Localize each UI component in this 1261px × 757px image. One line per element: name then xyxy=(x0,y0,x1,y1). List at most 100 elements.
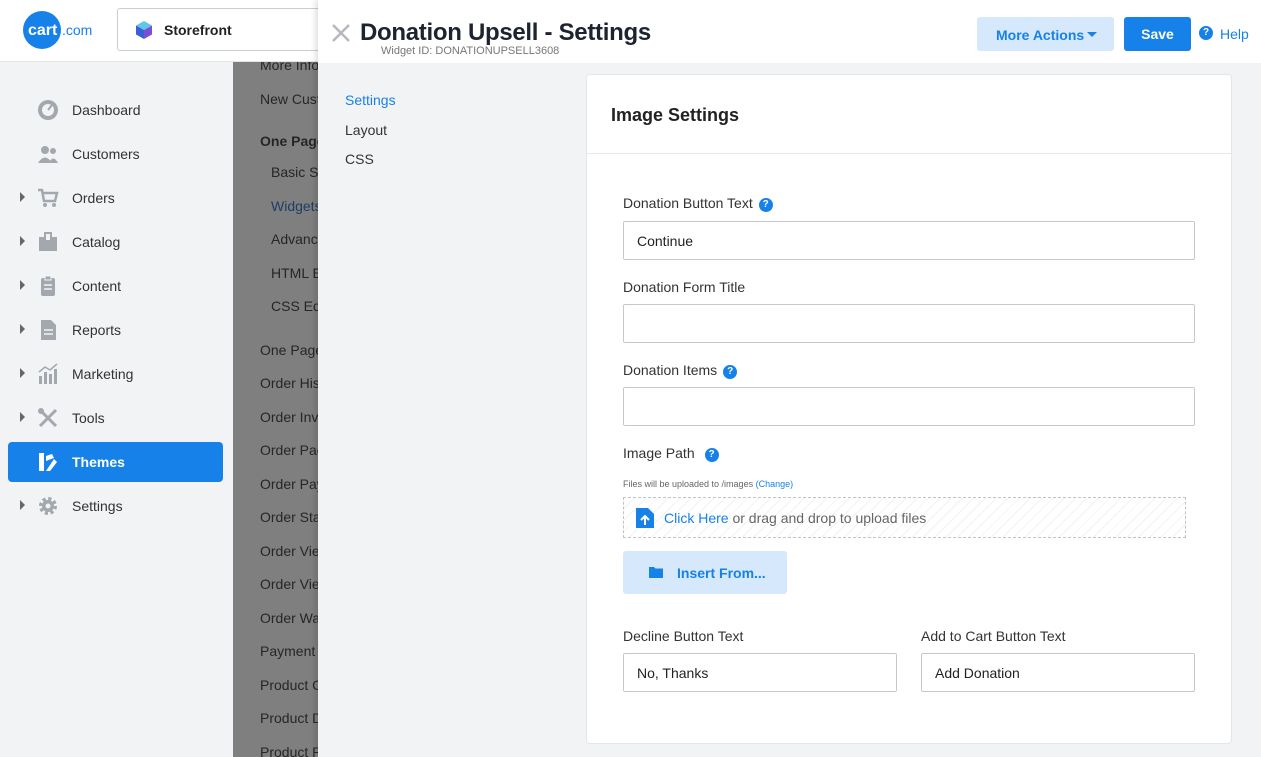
sidebar-item-customers[interactable]: Customers xyxy=(8,134,223,174)
subnav-item[interactable]: Order Inv xyxy=(260,409,318,425)
help-icon[interactable]: ? xyxy=(758,198,773,212)
tab-css[interactable]: CSS xyxy=(345,151,374,167)
label-text: Image Path xyxy=(623,445,695,461)
expand-caret-icon[interactable] xyxy=(20,192,25,202)
upload-note-text: Files will be uploaded to /images xyxy=(623,479,754,489)
divider xyxy=(587,153,1233,154)
chart-icon xyxy=(38,363,58,384)
sidebar-item-content[interactable]: Content xyxy=(8,266,223,306)
sidebar-item-label: Settings xyxy=(72,498,123,514)
expand-caret-icon[interactable] xyxy=(20,236,25,246)
sidebar-item-label: Themes xyxy=(72,454,125,470)
add-to-cart-button-text-label: Add to Cart Button Text xyxy=(921,628,1066,644)
subnav-item[interactable]: Order Pay xyxy=(260,476,319,492)
sidebar-item-marketing[interactable]: Marketing xyxy=(8,354,223,394)
subnav-item[interactable]: CSS Edi xyxy=(271,298,319,314)
donation-items-label: Donation Items? xyxy=(623,362,738,379)
donation-button-text-label: Donation Button Text? xyxy=(623,195,773,212)
subnav-item[interactable]: Order Sta xyxy=(260,509,319,525)
help-icon[interactable]: ? xyxy=(723,365,738,379)
add-to-cart-button-text-field[interactable] xyxy=(921,653,1195,692)
report-icon xyxy=(41,320,56,340)
card-title: Image Settings xyxy=(611,105,740,125)
sidebar-item-label: Orders xyxy=(72,190,115,206)
image-settings-card: Image Settings Donation Button Text? Don… xyxy=(586,74,1233,744)
tab-settings[interactable]: Settings xyxy=(345,92,396,108)
subnav-heading: One Page xyxy=(260,133,319,149)
change-link[interactable]: (Change) xyxy=(756,479,794,489)
more-actions-label: More Actions xyxy=(996,27,1085,43)
page-title: Donation Upsell - Settings xyxy=(360,19,651,46)
subnav-item[interactable]: Product C xyxy=(260,677,319,693)
sidebar-item-label: Marketing xyxy=(72,366,134,382)
gear-icon xyxy=(39,497,57,515)
sidebar: Dashboard Customers Orders Catalog Conte… xyxy=(0,62,233,757)
donation-form-title-field[interactable] xyxy=(623,304,1195,343)
subnav-item[interactable]: Product R xyxy=(260,744,319,757)
expand-caret-icon[interactable] xyxy=(20,280,25,290)
decline-button-text-field[interactable] xyxy=(623,653,897,692)
close-icon[interactable] xyxy=(330,22,352,44)
modal-header: Donation Upsell - Settings Widget ID: DO… xyxy=(318,0,1261,63)
themes-icon xyxy=(39,453,57,471)
subnav-item[interactable]: Order Vie xyxy=(260,543,319,559)
subnav-item[interactable]: New Cust xyxy=(260,91,319,107)
subnav-item[interactable]: Advanc xyxy=(271,231,318,247)
drop-hint: or drag and drop to upload files xyxy=(732,510,927,526)
subnav-item-active[interactable]: Widgets xyxy=(271,198,319,214)
sidebar-item-label: Dashboard xyxy=(72,102,141,118)
subnav-item[interactable]: Order Pac xyxy=(260,442,319,458)
storefront-cube-icon xyxy=(136,21,152,39)
sidebar-item-themes[interactable]: Themes xyxy=(8,442,223,482)
tab-layout[interactable]: Layout xyxy=(345,122,387,138)
help-label: Help xyxy=(1220,26,1249,42)
help-icon[interactable]: ? xyxy=(704,448,719,462)
sidebar-item-tools[interactable]: Tools xyxy=(8,398,223,438)
save-button[interactable]: Save xyxy=(1124,17,1191,51)
expand-caret-icon[interactable] xyxy=(20,412,25,422)
svg-text:.com: .com xyxy=(62,22,92,38)
subnav-item[interactable]: More Info xyxy=(260,62,319,73)
subnav-item[interactable]: Order Vie xyxy=(260,576,319,592)
overlay-subnav: More Info New Cust One Page Basic Se Wid… xyxy=(233,62,319,757)
subnav-item[interactable]: Basic Se xyxy=(271,164,319,180)
sidebar-item-orders[interactable]: Orders xyxy=(8,178,223,218)
svg-text:cart: cart xyxy=(28,22,58,39)
subnav-item[interactable]: Product D xyxy=(260,710,319,726)
storefront-name: Storefront xyxy=(164,22,232,38)
donation-button-text-field[interactable] xyxy=(623,221,1195,260)
sidebar-item-settings[interactable]: Settings xyxy=(8,486,223,526)
subnav-item[interactable]: Order His xyxy=(260,375,319,391)
widget-id: Widget ID: DONATIONUPSELL3608 xyxy=(381,45,560,57)
sidebar-item-reports[interactable]: Reports xyxy=(8,310,223,350)
subnav-item[interactable]: HTML E xyxy=(271,265,319,281)
image-path-label: Image Path? xyxy=(623,445,719,462)
sidebar-item-label: Reports xyxy=(72,322,122,338)
decline-button-text-label: Decline Button Text xyxy=(623,628,744,644)
subnav-item[interactable]: One Page xyxy=(260,342,319,358)
sidebar-item-catalog[interactable]: Catalog xyxy=(8,222,223,262)
upload-note: Files will be uploaded to /images (Chang… xyxy=(623,479,793,489)
cart-com-logo[interactable]: cart .com xyxy=(22,10,98,50)
donation-items-field[interactable] xyxy=(623,387,1195,426)
insert-from-label: Insert From... xyxy=(677,565,766,581)
click-here-link[interactable]: Click Here xyxy=(664,510,729,526)
insert-from-button[interactable]: Insert From... xyxy=(623,551,787,594)
donation-form-title-label: Donation Form Title xyxy=(623,279,746,295)
folder-icon xyxy=(649,567,663,578)
subnav-item[interactable]: Payment xyxy=(260,643,315,659)
dropzone-text: Click Here or drag and drop to upload fi… xyxy=(664,510,926,526)
upload-dropzone[interactable]: Click Here or drag and drop to upload fi… xyxy=(623,497,1186,538)
more-actions-button[interactable]: More Actions xyxy=(977,17,1114,51)
storefront-selector[interactable]: Storefront xyxy=(117,8,332,51)
subnav-item[interactable]: Order Wa xyxy=(260,610,319,626)
expand-caret-icon[interactable] xyxy=(20,324,25,334)
sidebar-item-label: Customers xyxy=(72,146,140,162)
sidebar-item-dashboard[interactable]: Dashboard xyxy=(8,90,223,130)
expand-caret-icon[interactable] xyxy=(20,368,25,378)
file-upload-icon xyxy=(636,508,654,528)
settings-modal: Donation Upsell - Settings Widget ID: DO… xyxy=(318,0,1261,757)
expand-caret-icon[interactable] xyxy=(20,500,25,510)
clipboard-icon xyxy=(41,275,55,296)
chevron-down-icon xyxy=(1087,32,1097,37)
